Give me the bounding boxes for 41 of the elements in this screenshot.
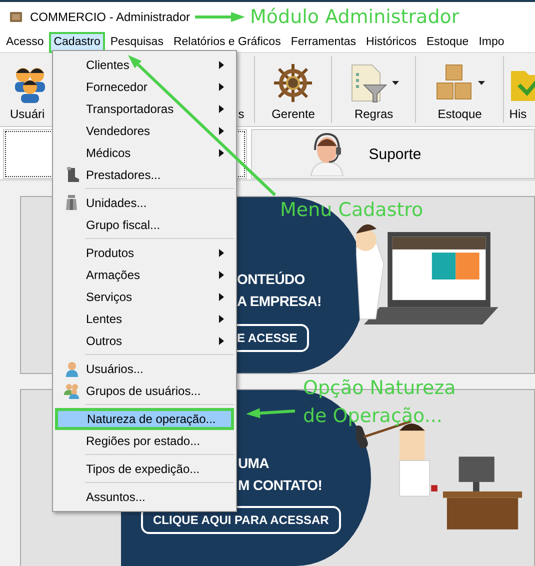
toolbar-button[interactable]: His [504, 56, 535, 123]
menu-item[interactable]: Estoque [422, 32, 474, 52]
app-icon [9, 10, 23, 24]
menu-item[interactable]: Grupos de usuários... [55, 380, 234, 402]
ship-wheel-icon [273, 63, 314, 103]
menu-item[interactable]: Armações [55, 264, 234, 286]
menu-item[interactable]: Relatórios e Gráficos [168, 32, 286, 52]
users-icon [64, 383, 80, 399]
menu-item[interactable]: Históricos [361, 32, 422, 52]
menu-item[interactable]: Vendedores [55, 120, 234, 142]
menu-item[interactable]: Regiões por estado... [55, 430, 234, 452]
banner-text: UMA [238, 454, 270, 473]
weight-icon [64, 195, 80, 211]
annotation-arrow [195, 12, 245, 22]
menu-item[interactable]: Outros [55, 330, 234, 352]
user-icon [64, 361, 80, 377]
banner-text: A EMPRESA! [237, 292, 322, 311]
menu-item[interactable]: Lentes [55, 308, 234, 330]
menu-item[interactable]: Grupo fiscal... [55, 214, 234, 236]
menu-item[interactable]: Serviços [55, 286, 234, 308]
annotation-text: Módulo Administrador [250, 5, 460, 30]
menu-item[interactable]: Produtos [55, 242, 234, 264]
menu-item[interactable]: Pesquisas [105, 32, 168, 52]
tab[interactable]: Suporte [251, 129, 535, 179]
menu-item[interactable]: Assuntos... [55, 486, 234, 508]
menu-item[interactable]: Natureza de operação... [55, 408, 234, 430]
banner-text: M CONTATO! [238, 476, 322, 495]
menu-item[interactable]: Unidades... [55, 192, 234, 214]
menu-item[interactable]: Tipos de expedição... [55, 458, 234, 480]
banner-text: ONTEÚDO [237, 270, 306, 289]
toolbar-button[interactable]: Regras [332, 56, 416, 123]
annotation-arrow [246, 408, 296, 418]
menu-item[interactable]: Ferramentas [286, 32, 362, 52]
menu-item[interactable]: Prestadores... [55, 164, 234, 186]
toolbar-button[interactable]: Gerente [255, 56, 332, 123]
menu-item[interactable]: Impo [474, 32, 510, 52]
toolbar-button[interactable]: Estoque [416, 56, 504, 123]
annotation-text: Menu Cadastro [280, 198, 424, 223]
menu-item[interactable]: Usuários... [55, 358, 234, 380]
window-title: COMMERCIO - Administrador [30, 10, 190, 24]
menu-item[interactable]: Acesso [1, 32, 49, 52]
